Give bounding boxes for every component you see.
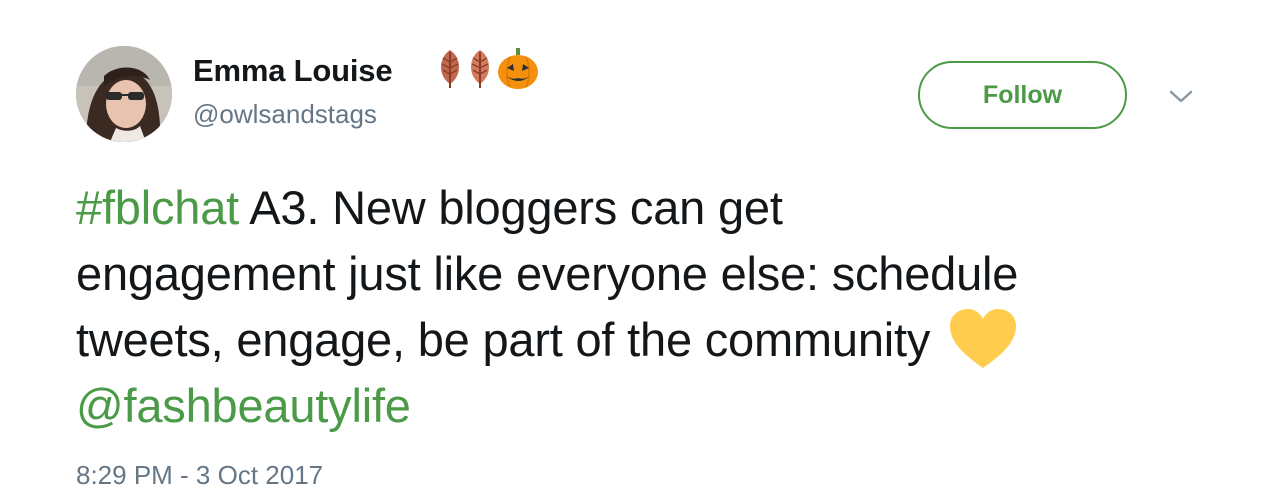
follow-button[interactable]: Follow (918, 61, 1127, 129)
tweet-line-2: engagement just like everyone else: sche… (76, 247, 1019, 300)
tweet-text-segment: A3. New bloggers can get (239, 181, 783, 234)
jack-o-lantern-emoji-icon (498, 48, 538, 89)
display-name[interactable]: Emma Louise (193, 53, 393, 89)
yellow-heart-emoji-icon (950, 309, 1017, 368)
hashtag-link[interactable]: #fblchat (76, 181, 239, 234)
tweet-card: Emma Louise @owlsandstags Follow #fblcha… (0, 0, 1278, 491)
name-emojis (436, 46, 540, 90)
tweet-line-4: @fashbeautylife (76, 373, 1216, 439)
tweet-text: #fblchat A3. New bloggers can get engage… (76, 175, 1216, 439)
user-handle[interactable]: @owlsandstags (193, 99, 377, 130)
tweet-line-3: tweets, engage, be part of the community (76, 307, 1216, 373)
avatar[interactable] (76, 46, 172, 142)
tweet-line-1: #fblchat A3. New bloggers can get (76, 175, 1216, 241)
tweet-timestamp[interactable]: 8:29 PM - 3 Oct 2017 (76, 460, 323, 491)
chevron-down-icon[interactable] (1168, 86, 1194, 106)
leaf-emoji-icon (471, 50, 489, 88)
tweet-text-segment: tweets, engage, be part of the community (76, 313, 931, 366)
mention-link[interactable]: @fashbeautylife (76, 379, 411, 432)
leaf-emoji-icon (441, 50, 459, 88)
avatar-image (76, 46, 172, 142)
